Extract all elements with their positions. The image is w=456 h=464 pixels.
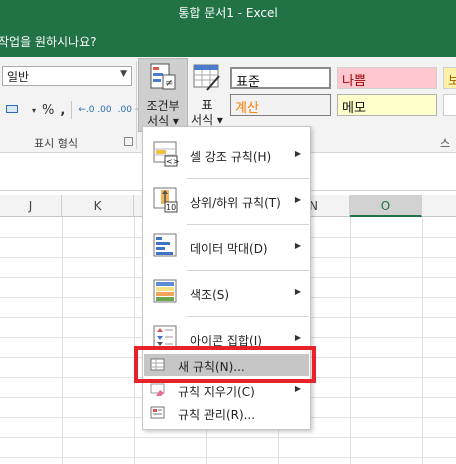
style-good[interactable]: 보 bbox=[443, 67, 456, 89]
tell-me-bar: 작업을 원하시나요? bbox=[0, 24, 456, 57]
group-separator bbox=[136, 61, 137, 149]
comma-style-button[interactable]: , bbox=[60, 103, 65, 118]
conditional-formatting-button[interactable]: ≠ 조건부 서식 ▾ bbox=[138, 58, 188, 132]
table-icon bbox=[193, 64, 220, 91]
menu-divider bbox=[187, 224, 309, 225]
manage-rules-icon bbox=[150, 406, 165, 419]
menu-divider bbox=[187, 316, 309, 317]
number-format-buttons: ▾ % , ←.0 .00 .00 →.0 bbox=[4, 99, 157, 121]
chevron-down-icon[interactable]: ▾ bbox=[32, 106, 36, 115]
menu-item-label: 셀 강조 규칙(H) bbox=[190, 150, 272, 164]
column-header-j[interactable]: J bbox=[0, 195, 62, 217]
svg-text:≠: ≠ bbox=[165, 78, 173, 89]
format-as-table-button[interactable]: 표 서식 ▾ bbox=[190, 58, 224, 132]
highlight-callout-box bbox=[134, 346, 316, 383]
window-title: 통합 문서1 - Excel bbox=[178, 6, 278, 20]
row-line bbox=[0, 457, 456, 458]
highlight-cells-rules-icon: <> bbox=[153, 141, 179, 167]
column-header-o[interactable]: O bbox=[350, 195, 422, 217]
tell-me-input[interactable]: 작업을 원하시나요? bbox=[0, 33, 97, 50]
style-normal[interactable]: 표준 bbox=[230, 67, 331, 90]
style-bad[interactable]: 나쁨 bbox=[337, 67, 437, 89]
submenu-arrow-icon: ▶ bbox=[294, 195, 301, 204]
style-memo[interactable]: 메모 bbox=[337, 94, 437, 116]
top-bottom-rules-icon: 10 bbox=[153, 187, 178, 213]
style-more[interactable] bbox=[443, 94, 456, 116]
menu-divider bbox=[187, 270, 309, 271]
menu-item-color-scales[interactable]: 색조(S) ▶ bbox=[144, 273, 309, 313]
menu-item-top-bottom-rules[interactable]: 10 상위/하위 규칙(T) ▶ bbox=[144, 181, 309, 221]
data-bars-icon bbox=[153, 233, 177, 257]
separator bbox=[71, 101, 73, 119]
conditional-formatting-menu: <> 셀 강조 규칙(H) ▶ 10 상위/하위 규칙(T) ▶ 데이터 막대(… bbox=[142, 126, 311, 430]
styles-group-label: 스 bbox=[440, 137, 451, 150]
column-line bbox=[134, 217, 135, 464]
title-bar: 통합 문서1 - Excel bbox=[0, 0, 456, 24]
submenu-arrow-icon: ▶ bbox=[294, 333, 301, 342]
row-line bbox=[0, 437, 456, 438]
menu-item-manage-rules[interactable]: 규칙 관리(R)... bbox=[144, 402, 309, 424]
number-group-label: 표시 형식 bbox=[34, 137, 78, 150]
submenu-arrow-icon: ▶ bbox=[294, 287, 301, 296]
menu-divider bbox=[187, 178, 309, 179]
conditional-formatting-icon: ≠ bbox=[150, 63, 176, 90]
submenu-arrow-icon: ▶ bbox=[294, 149, 301, 158]
menu-item-label: 규칙 관리(R)... bbox=[178, 408, 256, 422]
column-header-k[interactable]: K bbox=[62, 195, 134, 217]
number-format-value: 일반 bbox=[7, 70, 30, 84]
svg-text:<>: <> bbox=[166, 157, 179, 166]
submenu-arrow-icon: ▶ bbox=[294, 384, 301, 393]
menu-item-highlight-cells-rules[interactable]: <> 셀 강조 규칙(H) ▶ bbox=[144, 135, 309, 175]
accounting-format-icon[interactable] bbox=[4, 102, 26, 118]
number-format-dropdown[interactable]: 일반 ▼ bbox=[2, 66, 132, 86]
menu-item-label: 색조(S) bbox=[190, 288, 230, 302]
menu-item-label: 상위/하위 규칙(T) bbox=[190, 196, 281, 210]
column-line bbox=[62, 217, 63, 464]
menu-item-label: 규칙 지우기(C) bbox=[178, 385, 255, 399]
column-line bbox=[350, 217, 351, 464]
column-line bbox=[422, 217, 423, 464]
menu-item-label: 데이터 막대(D) bbox=[190, 242, 268, 256]
svg-text:10: 10 bbox=[166, 203, 176, 212]
style-calculation[interactable]: 계산 bbox=[230, 94, 331, 116]
submenu-arrow-icon: ▶ bbox=[294, 241, 301, 250]
percent-style-button[interactable]: % bbox=[42, 103, 54, 118]
color-scales-icon bbox=[153, 279, 177, 303]
dialog-launcher-icon[interactable] bbox=[124, 137, 133, 146]
increase-decimal-button[interactable]: ←.0 .00 bbox=[78, 105, 111, 115]
chevron-down-icon[interactable]: ▼ bbox=[120, 69, 127, 79]
menu-item-data-bars[interactable]: 데이터 막대(D) ▶ bbox=[144, 227, 309, 267]
clear-rules-icon bbox=[150, 383, 165, 396]
